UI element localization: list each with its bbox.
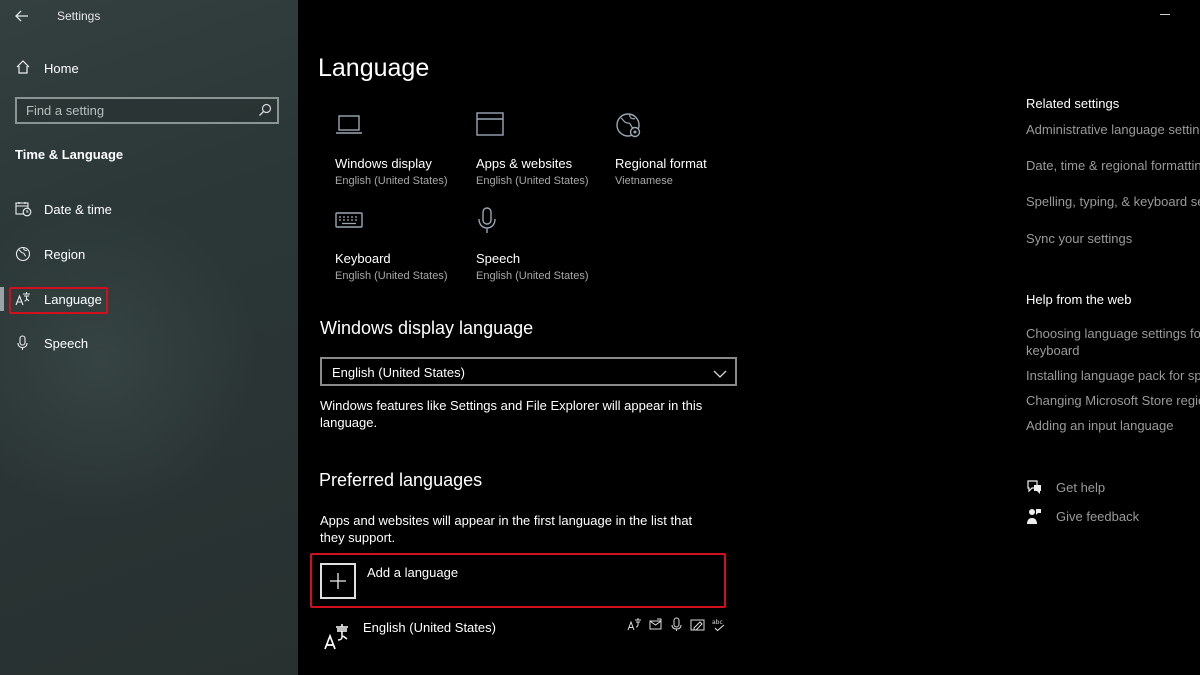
tile-title: Speech [476, 251, 521, 266]
language-features: abc [627, 617, 726, 632]
get-help-label: Get help [1056, 480, 1106, 495]
keyboard-icon [335, 207, 363, 238]
sidebar-item-date-time[interactable]: Date & time [0, 192, 298, 226]
sidebar-item-region[interactable]: Region [0, 237, 298, 271]
speech-recognition-icon [671, 617, 682, 631]
svg-text:abc: abc [712, 619, 723, 626]
nav-home-label: Home [44, 61, 79, 76]
display-language-dropdown[interactable]: English (United States) [320, 357, 737, 386]
tile-title: Apps & websites [476, 156, 573, 171]
related-settings-heading: Related settings [1026, 96, 1120, 111]
get-help-link[interactable]: Get help [1026, 478, 1200, 498]
language-highlight-annotation [9, 287, 108, 314]
window-icon [476, 112, 504, 143]
help-link-installing-pack[interactable]: Installing language pack for speech [1026, 367, 1200, 384]
search-box[interactable] [15, 97, 279, 124]
related-link-sync-settings[interactable]: Sync your settings [1026, 230, 1132, 247]
related-link-admin-language[interactable]: Administrative language settings [1026, 121, 1200, 138]
app-title: Settings [57, 9, 101, 23]
sidebar-item-label: Region [44, 247, 86, 262]
spell-check-icon: abc [712, 619, 725, 632]
search-input[interactable] [17, 99, 262, 122]
nav-home[interactable]: Home [0, 52, 298, 84]
back-arrow-icon [15, 10, 28, 22]
dropdown-value: English (United States) [332, 365, 465, 380]
display-language-description: Windows features like Settings and File … [320, 398, 703, 430]
preferred-languages-heading: Preferred languages [319, 470, 483, 490]
back-button[interactable] [10, 4, 34, 28]
tile-title: Regional format [615, 156, 707, 171]
chevron-down-icon [713, 366, 727, 384]
home-icon [15, 59, 31, 80]
tile-title: Windows display [335, 156, 432, 171]
feedback-icon [1026, 508, 1042, 530]
related-link-spelling-typing[interactable]: Spelling, typing, & keyboard settings [1026, 193, 1200, 210]
preferred-languages-description: Apps and websites will appear in the fir… [320, 513, 693, 545]
help-web-heading: Help from the web [1026, 292, 1132, 307]
language-icon [324, 622, 352, 655]
help-link-adding-input-language[interactable]: Adding an input language [1026, 417, 1173, 434]
laptop-icon [335, 112, 363, 143]
give-feedback-link[interactable]: Give feedback [1026, 507, 1200, 527]
sidebar-item-label: Speech [44, 336, 89, 351]
page-title: Language [318, 54, 430, 82]
related-link-date-time-formatting[interactable]: Date, time & regional formatting [1026, 157, 1200, 174]
globe-settings-icon [615, 112, 643, 145]
tile-windows-display[interactable]: Windows display English (United States) [335, 112, 475, 192]
add-language-button[interactable]: Add a language [310, 553, 726, 608]
right-panel: Related settings Administrative language… [1026, 0, 1200, 675]
language-list-item[interactable]: English (United States) abc [320, 612, 730, 662]
tile-subtitle: English (United States) [335, 175, 448, 187]
tile-regional-format[interactable]: Regional format Vietnamese [615, 112, 755, 192]
add-language-label: Add a language [367, 565, 459, 580]
microphone-icon [476, 207, 504, 240]
globe-icon [15, 246, 31, 267]
give-feedback-label: Give feedback [1056, 509, 1140, 524]
tile-title: Keyboard [335, 251, 391, 266]
help-link-changing-store-region[interactable]: Changing Microsoft Store region [1026, 392, 1200, 409]
display-language-icon [627, 618, 641, 631]
microphone-icon [15, 335, 31, 356]
section-heading: Time & Language [15, 147, 124, 162]
plus-icon [320, 563, 356, 599]
title-bar: Settings [0, 0, 298, 32]
chat-help-icon [1026, 479, 1043, 500]
calendar-clock-icon [15, 201, 32, 222]
text-to-speech-icon [649, 618, 662, 630]
tile-subtitle: English (United States) [476, 175, 589, 187]
sidebar: Settings Home Time & Language Date & tim… [0, 0, 298, 675]
tile-subtitle: Vietnamese [615, 175, 673, 187]
tile-subtitle: English (United States) [476, 270, 589, 282]
display-language-heading: Windows display language [320, 318, 534, 338]
sidebar-item-speech[interactable]: Speech [0, 326, 298, 360]
tile-subtitle: English (United States) [335, 270, 448, 282]
handwriting-icon [690, 619, 705, 631]
sidebar-item-label: Date & time [44, 202, 112, 217]
language-name: English (United States) [363, 620, 496, 635]
help-link-choosing-language[interactable]: Choosing language settings for keyboard [1026, 325, 1200, 359]
tile-keyboard[interactable]: Keyboard English (United States) [335, 207, 475, 287]
search-icon[interactable] [258, 103, 272, 122]
tile-speech[interactable]: Speech English (United States) [476, 207, 616, 287]
tile-apps-websites[interactable]: Apps & websites English (United States) [476, 112, 616, 192]
